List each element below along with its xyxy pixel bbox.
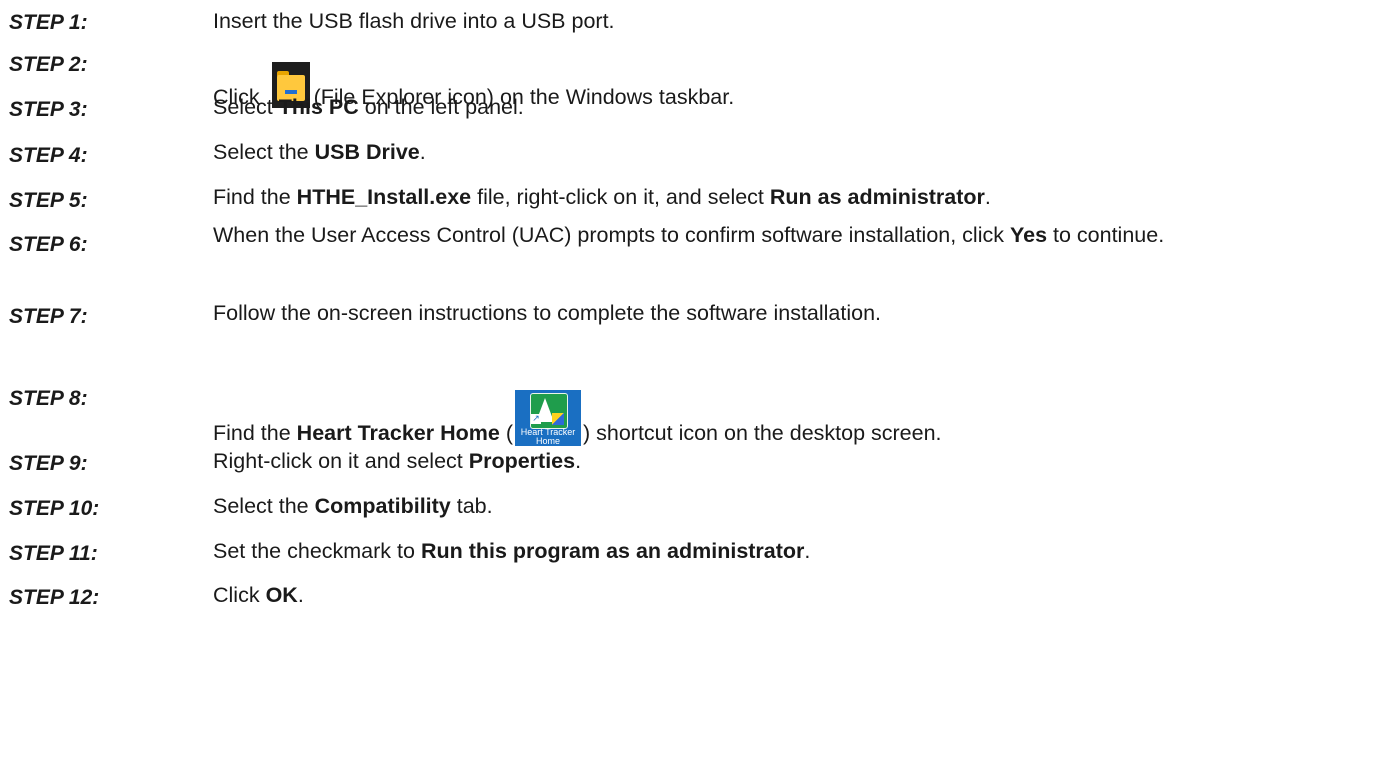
step-text-part: . — [419, 140, 426, 164]
step-text-part: Find the — [213, 421, 297, 445]
step-text-part: Set the checkmark to — [213, 539, 421, 563]
step-text: Select This PC on the left panel. — [213, 92, 1373, 122]
step-label: STEP 8: — [9, 387, 88, 410]
step-text-part: tab. — [450, 494, 493, 518]
step-text-part: Find the — [213, 185, 297, 209]
step-emphasis: USB Drive — [314, 140, 420, 164]
step-label: STEP 12: — [9, 586, 100, 609]
step-label: STEP 3: — [9, 98, 88, 121]
step-emphasis: HTHE_Install.exe — [296, 185, 472, 209]
step-label: STEP 2: — [9, 53, 88, 76]
step-text: Follow the on-screen instructions to com… — [213, 298, 1373, 328]
step-emphasis: Compatibility — [314, 494, 451, 518]
step-emphasis: OK — [265, 583, 298, 607]
step-label: STEP 6: — [9, 233, 88, 256]
step-label: STEP 5: — [9, 189, 88, 212]
step-text: Insert the USB flash drive into a USB po… — [213, 6, 1373, 36]
step-emphasis: Properties — [468, 449, 576, 473]
step-emphasis: Heart Tracker Home — [296, 421, 500, 445]
step-text-part: to continue. — [1047, 223, 1165, 247]
step-text-part: ) shortcut icon on the desktop screen. — [582, 421, 942, 445]
step-label: STEP 1: — [9, 11, 88, 34]
step-text: Find the Heart Tracker Home (↗ Heart Trac… — [213, 390, 1373, 448]
heart-tracker-caption: Home — [535, 436, 560, 446]
step-label: STEP 7: — [9, 305, 88, 328]
step-text-part: . — [984, 185, 991, 209]
step-text: Right-click on it and select Properties. — [213, 446, 1373, 476]
step-label: STEP 10: — [9, 497, 100, 520]
step-label: STEP 11: — [9, 542, 98, 565]
step-text-part: . — [575, 449, 582, 473]
step-emphasis: Run as administrator — [769, 185, 985, 209]
step-text-part: . — [804, 539, 811, 563]
step-text-part: ( — [499, 421, 513, 445]
step-label: STEP 4: — [9, 144, 88, 167]
step-text-part: Follow the on-screen instructions to com… — [213, 301, 882, 325]
step-text-part: Click — [213, 583, 266, 607]
step-text-part: Insert the USB flash drive into a USB po… — [213, 9, 615, 33]
step-text-part: When the User Access Control (UAC) promp… — [213, 223, 1010, 247]
step-text: Find the HTHE_Install.exe file, right-cl… — [213, 182, 1373, 212]
step-text-part: Right-click on it and select — [213, 449, 469, 473]
step-emphasis: This PC — [278, 95, 359, 119]
step-text: Set the checkmark to Run this program as… — [213, 536, 1373, 566]
step-text: Select the Compatibility tab. — [213, 491, 1373, 521]
step-emphasis: Yes — [1009, 223, 1048, 247]
step-text-part: Select the — [213, 140, 315, 164]
step-text: Select the USB Drive. — [213, 137, 1373, 167]
step-text-part: file, right-click on it, and select — [471, 185, 770, 209]
step-text-part: Select — [213, 95, 279, 119]
heart-tracker-home-icon: ↗ Heart Tracker Home — [514, 390, 581, 446]
step-text: Click OK. — [213, 580, 1373, 610]
step-text-part: . — [297, 583, 304, 607]
step-emphasis: Run this program as an administrator — [420, 539, 805, 563]
step-label: STEP 9: — [9, 452, 88, 475]
step-text-part: on the left panel. — [358, 95, 524, 119]
step-text: When the User Access Control (UAC) promp… — [213, 220, 1373, 250]
step-text-part: Select the — [213, 494, 315, 518]
